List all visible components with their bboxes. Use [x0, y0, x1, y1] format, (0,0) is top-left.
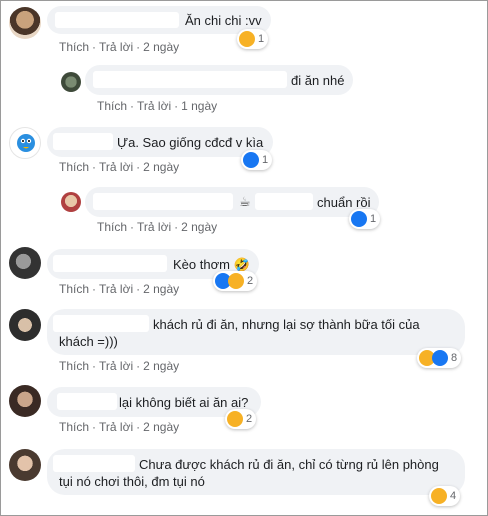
reaction-count: 4: [450, 490, 457, 502]
reaction-summary[interactable]: 2: [213, 271, 258, 291]
like-link[interactable]: Thích: [59, 282, 89, 296]
avatar[interactable]: [9, 7, 41, 39]
separator: ·: [174, 220, 179, 234]
timestamp[interactable]: 1 ngày: [181, 99, 217, 113]
comment-actions: Thích · Trả lời · 2 ngày: [59, 282, 179, 296]
reply-link[interactable]: Trả lời: [99, 40, 133, 54]
cup-emoji: ☕: [239, 194, 251, 209]
separator: ·: [136, 420, 141, 434]
comment-actions: Thích · Trả lời · 1 ngày: [97, 99, 217, 113]
reaction-summary[interactable]: 8: [417, 348, 462, 368]
reaction-summary[interactable]: 4: [429, 486, 461, 506]
timestamp[interactable]: 2 ngày: [143, 282, 179, 296]
like-link[interactable]: Thích: [97, 99, 127, 113]
redacted-name: [53, 133, 113, 150]
comment-thread: Ăn chi chi :vv 1 Thích · Trả lời · 2 ngày đi…: [0, 0, 488, 516]
avatar[interactable]: [61, 72, 81, 92]
reaction-count: 8: [451, 352, 458, 364]
timestamp[interactable]: 2 ngày: [181, 220, 217, 234]
separator: ·: [130, 99, 135, 113]
haha-icon: [227, 411, 243, 427]
comment-bubble: ☕ chuẩn rồi: [85, 187, 379, 217]
comment-actions: Thích · Trả lời · 2 ngày: [97, 220, 217, 234]
avatar[interactable]: [9, 127, 41, 159]
comment-text-line2: khách =))): [59, 334, 118, 349]
separator: ·: [92, 359, 97, 373]
comment-text-line2: tụi nó chơi thôi, đm tụi nó: [59, 474, 205, 489]
reaction-count: 2: [247, 275, 254, 287]
like-link[interactable]: Thích: [59, 40, 89, 54]
redacted-name: [57, 393, 117, 410]
comment-bubble: đi ăn nhé: [85, 65, 353, 95]
reaction-count: 1: [258, 33, 265, 45]
redacted-name: [255, 193, 313, 210]
separator: ·: [92, 420, 97, 434]
separator: ·: [136, 282, 141, 296]
reply-link[interactable]: Trả lời: [99, 160, 133, 174]
reply-link[interactable]: Trả lời: [99, 359, 133, 373]
redacted-name: [93, 71, 287, 88]
avatar[interactable]: [9, 309, 41, 341]
redacted-name: [53, 255, 167, 272]
reply-link[interactable]: Trả lời: [99, 420, 133, 434]
separator: ·: [92, 282, 97, 296]
haha-icon: [431, 488, 447, 504]
like-link[interactable]: Thích: [59, 359, 89, 373]
comment-text-line1: Chưa được khách rủ đi ăn, chỉ có từng rủ…: [139, 457, 439, 472]
comment-text: đi ăn nhé: [291, 73, 345, 88]
redacted-name: [53, 315, 149, 332]
reaction-count: 1: [262, 154, 269, 166]
separator: ·: [174, 99, 179, 113]
timestamp[interactable]: 2 ngày: [143, 160, 179, 174]
haha-icon: [228, 273, 244, 289]
like-link[interactable]: Thích: [59, 160, 89, 174]
comment-text: Ựa. Sao giống cđcđ v kìa: [117, 135, 264, 150]
reaction-summary[interactable]: 1: [241, 150, 273, 170]
comment-text: lại không biết ai ăn ai?: [119, 395, 249, 410]
redacted-name: [53, 455, 135, 472]
avatar[interactable]: [9, 385, 41, 417]
comment-actions: Thích · Trả lời · 2 ngày: [59, 160, 179, 174]
separator: ·: [92, 160, 97, 174]
redacted-name: [55, 12, 179, 28]
comment-actions: Thích · Trả lời · 2 ngày: [59, 40, 179, 54]
timestamp[interactable]: 2 ngày: [143, 420, 179, 434]
blue-bird-icon: [17, 134, 35, 152]
timestamp[interactable]: 2 ngày: [143, 40, 179, 54]
reaction-summary[interactable]: 2: [225, 409, 257, 429]
comment-actions: Thích · Trả lời · 2 ngày: [59, 420, 179, 434]
reaction-summary[interactable]: 1: [349, 209, 381, 229]
comment-bubble: Ăn chi chi :vv: [47, 6, 271, 34]
separator: ·: [130, 220, 135, 234]
comment-bubble: khách rủ đi ăn, nhưng lại sợ thành bữa t…: [47, 309, 465, 355]
reaction-count: 1: [370, 213, 377, 225]
separator: ·: [136, 160, 141, 174]
timestamp[interactable]: 2 ngày: [143, 359, 179, 373]
separator: ·: [136, 359, 141, 373]
like-icon: [351, 211, 367, 227]
like-icon: [243, 152, 259, 168]
reply-link[interactable]: Trả lời: [137, 220, 171, 234]
separator: ·: [92, 40, 97, 54]
redacted-name: [93, 193, 233, 210]
comment-actions: Thích · Trả lời · 2 ngày: [59, 359, 179, 373]
comment-bubble: Ựa. Sao giống cđcđ v kìa: [47, 127, 273, 157]
like-link[interactable]: Thích: [59, 420, 89, 434]
comment-bubble: Chưa được khách rủ đi ăn, chỉ có từng rủ…: [47, 449, 465, 495]
haha-icon: [239, 31, 255, 47]
avatar[interactable]: [9, 247, 41, 279]
reaction-count: 2: [246, 413, 253, 425]
reaction-summary[interactable]: 1: [237, 29, 269, 49]
like-link[interactable]: Thích: [97, 220, 127, 234]
avatar[interactable]: [61, 192, 81, 212]
reply-link[interactable]: Trả lời: [137, 99, 171, 113]
reply-link[interactable]: Trả lời: [99, 282, 133, 296]
comment-text: Ăn chi chi :vv: [185, 13, 262, 28]
avatar[interactable]: [9, 449, 41, 481]
like-icon: [432, 350, 448, 366]
comment-text-line1: khách rủ đi ăn, nhưng lại sợ thành bữa t…: [153, 317, 420, 332]
separator: ·: [136, 40, 141, 54]
